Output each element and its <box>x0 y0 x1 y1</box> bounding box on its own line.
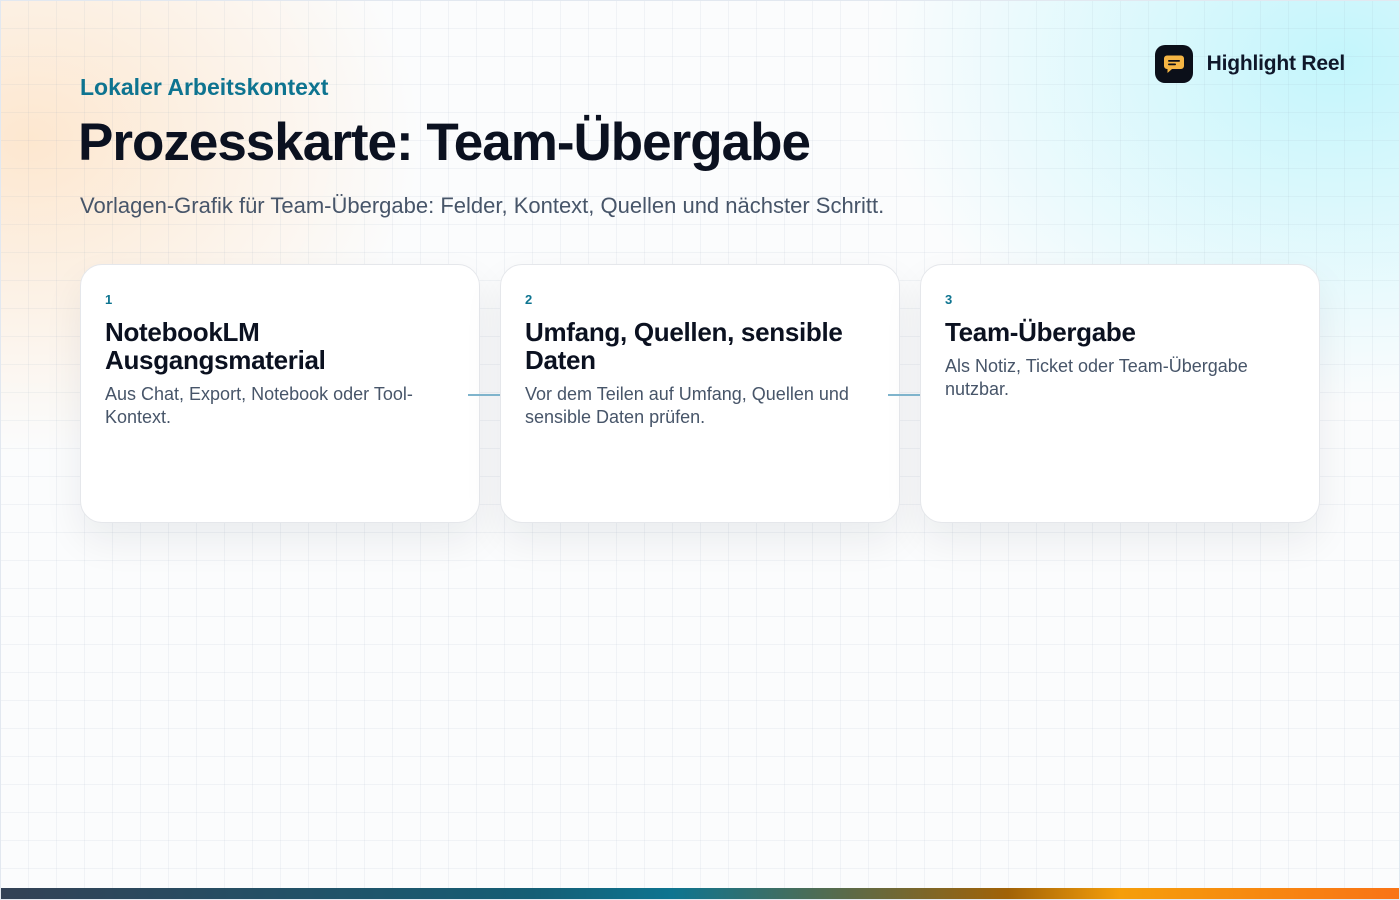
step-connector <box>468 394 500 396</box>
step-description: Aus Chat, Export, Notebook oder Tool-Kon… <box>105 384 413 427</box>
step-number: 2 <box>525 292 533 307</box>
process-steps: 1 NotebookLM Ausgangsmaterial Aus Chat, … <box>80 264 1320 524</box>
step-title: NotebookLM Ausgangsmaterial <box>105 317 326 375</box>
page-title: Prozesskarte: Team-Übergabe <box>78 113 811 172</box>
chat-bubble-icon <box>1154 45 1193 83</box>
page-subtitle: Vorlagen-Grafik für Team-Übergabe: Felde… <box>80 193 885 218</box>
eyebrow-label: Lokaler Arbeitskontext <box>80 74 329 100</box>
step-description: Vor dem Teilen auf Umfang, Quellen und s… <box>525 384 849 427</box>
bottom-gradient-bar <box>0 888 1400 900</box>
step-title: Team-Übergabe <box>945 317 1136 347</box>
step-card-3: 3 Team-Übergabe Als Notiz, Ticket oder T… <box>920 264 1320 523</box>
step-card-2: 2 Umfang, Quellen, sensible Daten Vor de… <box>500 264 900 523</box>
step-number: 1 <box>105 292 113 307</box>
step-number: 3 <box>945 292 953 307</box>
step-title: Umfang, Quellen, sensible Daten <box>525 317 843 375</box>
brand: Highlight Reel <box>1154 45 1346 83</box>
step-connector <box>888 394 920 396</box>
brand-name: Highlight Reel <box>1206 52 1346 75</box>
step-description: Als Notiz, Ticket oder Team-Übergabe nut… <box>945 356 1248 399</box>
step-card-1: 1 NotebookLM Ausgangsmaterial Aus Chat, … <box>80 264 480 523</box>
